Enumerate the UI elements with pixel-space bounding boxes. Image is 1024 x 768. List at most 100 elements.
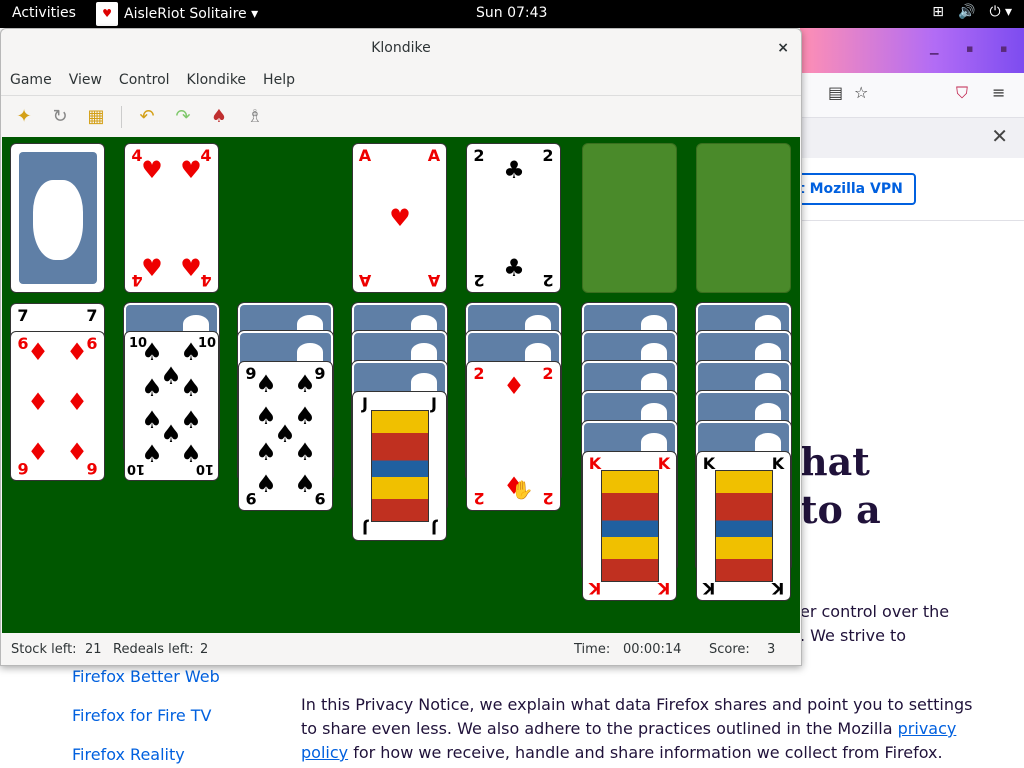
redo-icon[interactable]: ↷ <box>172 106 194 128</box>
sidebar-link-reality[interactable]: Firefox Reality <box>72 745 185 764</box>
card-rank: 2 <box>473 271 485 290</box>
window-titlebar[interactable]: Klondike × <box>1 29 801 67</box>
select-game-icon[interactable]: ▦ <box>85 106 107 128</box>
firefox-toolbar: ▤ ☆ ⛉ ≡ <box>800 73 1024 118</box>
game-board[interactable]: 4 4 ♥ ♥ ♥ ♥ 4 4 A A ♥ A A 2 2 ♣ ♣ 2 2 7 … <box>2 137 800 633</box>
jack-face-art <box>371 410 429 522</box>
card-rank: J <box>362 519 368 538</box>
card-pip: ♥ <box>389 204 411 232</box>
card-rank: 2 <box>542 364 554 383</box>
intro-paragraph: er control over the . We strive to <box>800 600 1024 648</box>
tableau-3-top[interactable]: 9 9 ♠ ♠ ♠ ♠ ♠ ♠ ♠ ♠ ♠ 9 9 <box>238 361 333 511</box>
hamburger-menu-icon[interactable]: ≡ <box>992 83 1005 102</box>
card-rank: 2 <box>473 364 485 383</box>
app-name[interactable]: AisleRiot Solitaire ▾ <box>124 6 258 22</box>
network-icon[interactable]: ⊞ <box>932 4 944 20</box>
undo-icon[interactable]: ↶ <box>136 106 158 128</box>
app-menu[interactable]: ♥ AisleRiot Solitaire ▾ <box>96 2 258 26</box>
clock[interactable]: Sun 07:43 <box>476 5 547 21</box>
system-tray[interactable]: ⊞ 🔊 ⏻ ▾ <box>932 4 1012 20</box>
new-game-icon[interactable]: ✦ <box>13 106 35 128</box>
sidebar-link-fire-tv[interactable]: Firefox for Fire TV <box>72 706 211 725</box>
foundation-3-empty[interactable] <box>582 143 677 293</box>
menu-game[interactable]: Game <box>1 67 60 95</box>
mozilla-vpn-button[interactable]: t Mozilla VPN <box>790 173 916 205</box>
card-pip: ♠ <box>180 338 202 366</box>
hint-icon[interactable]: ♗ <box>244 106 266 128</box>
minimize-icon[interactable]: ▁ <box>930 42 938 55</box>
tableau-5-top[interactable]: 2 2 ♦ ♦ 2 2 ✋ <box>466 361 561 511</box>
maximize-icon[interactable]: ▪ <box>966 42 973 55</box>
card-pip: ♠ <box>141 338 163 366</box>
foundation-1[interactable]: A A ♥ A A <box>352 143 447 293</box>
card-rank: A <box>358 146 372 165</box>
toolbar-separator <box>121 105 122 128</box>
card-pip: ♠ <box>294 370 316 398</box>
card-rank: 6 <box>17 459 29 478</box>
tableau-2-top[interactable]: 10 10 ♠ ♠ ♠ ♠ ♠ ♠ ♠ ♠ ♠ ♠ 10 10 <box>124 331 219 481</box>
card-rank: 9 <box>245 489 257 508</box>
card-pip: ♠ <box>255 370 277 398</box>
activities-button[interactable]: Activities <box>12 5 76 21</box>
klondike-window: Klondike × Game View Control Klondike He… <box>0 28 802 666</box>
privacy-paragraph: In this Privacy Notice, we explain what … <box>301 693 981 765</box>
foundation-2[interactable]: 2 2 ♣ ♣ 2 2 <box>466 143 561 293</box>
sidebar-link-better-web[interactable]: Firefox Better Web <box>72 667 220 686</box>
status-bar: Stock left: 21 Redeals left: 2 Time: 00:… <box>1 633 801 665</box>
menu-help[interactable]: Help <box>254 67 303 95</box>
card-rank: 9 <box>314 489 326 508</box>
card-pip: ♥ <box>180 156 202 184</box>
close-notification-icon[interactable]: ✕ <box>991 124 1008 148</box>
king-face-art <box>601 470 659 582</box>
reader-view-icon[interactable]: ▤ <box>828 83 843 102</box>
card-rank: 4 <box>131 271 143 290</box>
intro-line-1: er control over the <box>800 602 950 621</box>
foundation-4-empty[interactable] <box>696 143 791 293</box>
stock-pile[interactable] <box>10 143 105 293</box>
card-pip: ♠ <box>141 374 163 402</box>
volume-icon[interactable]: 🔊 <box>958 4 975 20</box>
heading-line-2: to a <box>800 487 881 532</box>
menu-control[interactable]: Control <box>110 67 178 95</box>
card-back-gnome-icon <box>19 152 97 284</box>
stock-left-value: 21 <box>85 642 102 657</box>
firefox-window: ▁ ▪ ▪ ▤ ☆ ⛉ ≡ ✕ t Mozilla VPN hat to a e… <box>790 28 1024 768</box>
king-face-art <box>715 470 773 582</box>
card-rank: 2 <box>542 489 554 508</box>
page-heading: hat to a <box>800 438 881 534</box>
card-pip: ♦ <box>27 338 49 366</box>
card-rank: 2 <box>542 271 554 290</box>
bookmark-star-icon[interactable]: ☆ <box>854 83 868 102</box>
card-pip: ♠ <box>294 438 316 466</box>
card-rank: K <box>657 579 671 598</box>
tableau-6-top[interactable]: K K K K <box>582 451 677 601</box>
redeals-left-value: 2 <box>200 642 209 657</box>
deal-icon[interactable]: ♠ <box>208 106 230 128</box>
pocket-icon[interactable]: ⛉ <box>956 83 968 103</box>
menu-bar: Game View Control Klondike Help <box>1 67 801 95</box>
card-pip: ♦ <box>503 372 525 400</box>
card-rank: A <box>427 146 441 165</box>
waste-card[interactable]: 4 4 ♥ ♥ ♥ ♥ 4 4 <box>124 143 219 293</box>
card-rank: 7 <box>86 306 98 325</box>
close-button[interactable]: × <box>777 29 789 67</box>
intro-line-2: . We strive to <box>800 626 907 645</box>
card-rank: J <box>431 519 437 538</box>
tableau-1-top[interactable]: 6 6 ♦ ♦ ♦ ♦ ♦ ♦ 6 6 <box>10 331 105 481</box>
hand-cursor-icon: ✋ <box>511 480 534 501</box>
menu-klondike[interactable]: Klondike <box>178 67 255 95</box>
score-value: 3 <box>767 642 776 657</box>
card-rank: 4 <box>200 271 212 290</box>
card-pip: ♣ <box>503 156 525 184</box>
tableau-7-top[interactable]: K K K K <box>696 451 791 601</box>
heading-line-1: hat <box>800 439 870 484</box>
power-icon[interactable]: ⏻ ▾ <box>989 4 1012 20</box>
tableau-4-top[interactable]: J J J J <box>352 391 447 541</box>
menu-view[interactable]: View <box>60 67 110 95</box>
time-label: Time: <box>574 642 611 657</box>
close-icon[interactable]: ▪ <box>1000 42 1007 55</box>
card-rank: A <box>358 271 372 290</box>
card-rank: 10 <box>195 461 214 476</box>
privacy-text-b: for how we receive, handle and share inf… <box>348 743 943 762</box>
restart-icon[interactable]: ↻ <box>49 106 71 128</box>
